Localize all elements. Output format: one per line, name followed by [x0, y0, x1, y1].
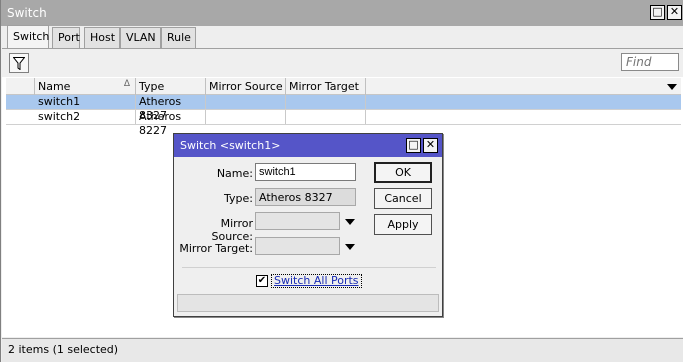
cell-type: Atheros 8227 [136, 110, 206, 137]
filter-button[interactable] [9, 53, 29, 73]
header-label: Mirror Source [209, 80, 283, 93]
header-label: Name [38, 80, 71, 93]
col-header-filler [366, 78, 681, 95]
window-title: Switch [7, 6, 47, 20]
dialog-close-button[interactable]: ✕ [423, 138, 438, 153]
restore-icon: □ [652, 5, 663, 18]
dialog-titlebar[interactable]: Switch <switch1> [174, 134, 442, 157]
cell-name: switch2 [35, 110, 136, 124]
tab-rule[interactable]: Rule [161, 27, 196, 48]
mirror-target-label: Mirror Target: [179, 242, 253, 255]
tab-label: Host [90, 31, 116, 44]
tab-vlan[interactable]: VLAN [120, 27, 161, 48]
header-label: Mirror Target [289, 80, 359, 93]
sort-asc-icon: Δ [123, 79, 130, 89]
table-row[interactable]: switch2 Atheros 8227 [6, 110, 681, 137]
dialog-restore-button[interactable]: □ [406, 138, 421, 153]
restore-button[interactable]: □ [650, 5, 665, 20]
close-icon: ✕ [425, 138, 436, 151]
col-header-type[interactable]: Type [136, 78, 206, 95]
type-value: Atheros 8327 [255, 188, 356, 206]
tab-host[interactable]: Host [84, 27, 120, 48]
row-divider [6, 124, 681, 125]
col-header-mirror-target[interactable]: Mirror Target [286, 78, 366, 95]
find-input[interactable] [621, 53, 679, 71]
col-header-name[interactable]: Name Δ [35, 78, 136, 95]
mirror-target-dropdown-icon[interactable] [345, 244, 355, 250]
checkmark-icon: ✔ [257, 275, 267, 286]
cell-mirror-target [286, 110, 366, 124]
filter-icon [13, 56, 25, 70]
columns-menu-icon[interactable] [667, 84, 677, 90]
cell-type: Atheros 8327 [136, 95, 206, 122]
cancel-button[interactable]: Cancel [374, 188, 432, 209]
toolbar [2, 49, 683, 77]
tab-port[interactable]: Port [52, 27, 80, 48]
name-input[interactable] [255, 163, 356, 181]
type-label: Type: [224, 192, 253, 205]
close-icon: ✕ [669, 5, 680, 18]
mirror-source-select[interactable] [255, 212, 340, 230]
apply-button[interactable]: Apply [374, 214, 432, 235]
status-bar: 2 items (1 selected) [2, 338, 683, 362]
header-label: Type [139, 80, 165, 93]
switch-all-ports-label[interactable]: Switch All Ports [271, 274, 362, 288]
restore-icon: □ [408, 138, 419, 151]
close-button[interactable]: ✕ [667, 5, 682, 20]
dialog-title: Switch <switch1> [180, 139, 281, 152]
tab-label: VLAN [126, 31, 156, 44]
tab-switch[interactable]: Switch [7, 25, 49, 48]
cell-mirror-source [206, 95, 286, 109]
dialog-status-bar [177, 294, 439, 312]
window-titlebar[interactable]: Switch [1, 0, 683, 26]
cell-mirror-source [206, 110, 286, 124]
switch-edit-dialog: Switch <switch1> □ ✕ Name: Type: Atheros… [173, 133, 443, 317]
switch-all-ports-checkbox[interactable]: ✔ [256, 275, 268, 287]
header-spacer [6, 78, 35, 95]
dialog-separator [182, 267, 436, 268]
cell-mirror-target [286, 95, 366, 109]
col-header-mirror-source[interactable]: Mirror Source [206, 78, 286, 95]
mirror-source-label: Mirror Source: [211, 217, 254, 243]
tab-label: Switch [13, 30, 50, 43]
tab-label: Port [58, 31, 80, 44]
mirror-target-select[interactable] [255, 237, 340, 255]
ok-button[interactable]: OK [374, 162, 432, 183]
name-label: Name: [216, 167, 253, 180]
table-header: Name Δ Type Mirror Source Mirror Target [6, 78, 681, 95]
cell-name: switch1 [35, 95, 136, 109]
status-text: 2 items (1 selected) [8, 343, 119, 356]
table-row[interactable]: switch1 Atheros 8327 [6, 95, 681, 122]
mirror-source-dropdown-icon[interactable] [345, 219, 355, 225]
tab-label: Rule [167, 31, 191, 44]
